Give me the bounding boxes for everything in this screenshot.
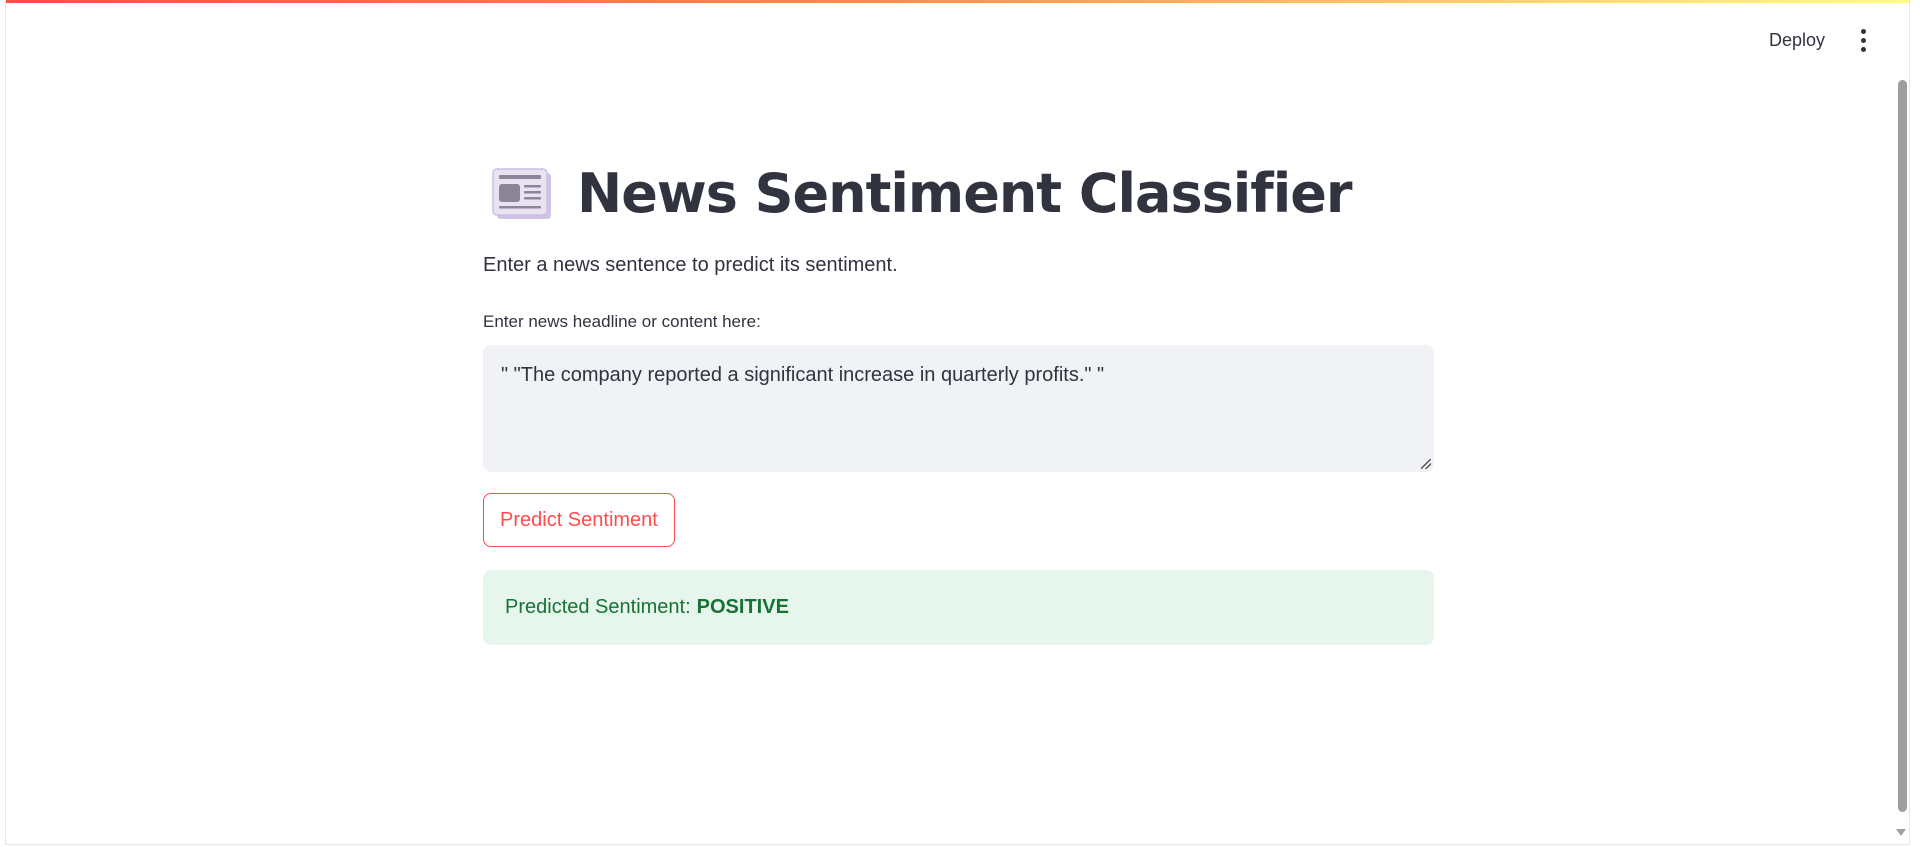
app-frame: Deploy News Sentiment Classifier Enter a… (5, 0, 1910, 845)
vertical-scrollbar-thumb[interactable] (1898, 80, 1907, 812)
page-header: News Sentiment Classifier (483, 150, 1434, 236)
resize-handle-icon[interactable] (1421, 459, 1431, 469)
top-toolbar: Deploy (1759, 20, 1909, 60)
main-content: News Sentiment Classifier Enter a news s… (483, 150, 1434, 645)
menu-dot (1860, 37, 1866, 43)
prediction-result-alert: Predicted Sentiment: POSITIVE (483, 570, 1434, 645)
result-sentiment-value: POSITIVE (696, 596, 789, 618)
scroll-down-arrow-icon[interactable] (1896, 829, 1906, 836)
news-input-label: Enter news headline or content here: (483, 312, 761, 331)
page-title: News Sentiment Classifier (577, 161, 1353, 225)
more-vert-icon[interactable] (1853, 25, 1873, 55)
menu-dot (1860, 46, 1866, 52)
page-description: Enter a news sentence to predict its sen… (483, 254, 898, 276)
news-text-area[interactable]: " "The company reported a significant in… (483, 345, 1434, 472)
predict-sentiment-button[interactable]: Predict Sentiment (483, 493, 675, 547)
menu-dot (1860, 28, 1866, 34)
newspaper-icon (492, 168, 551, 219)
header-decoration-bar (6, 0, 1909, 3)
news-text-value: " "The company reported a significant in… (501, 364, 1105, 386)
result-prefix: Predicted Sentiment: (505, 596, 691, 618)
deploy-button[interactable]: Deploy (1759, 24, 1835, 57)
